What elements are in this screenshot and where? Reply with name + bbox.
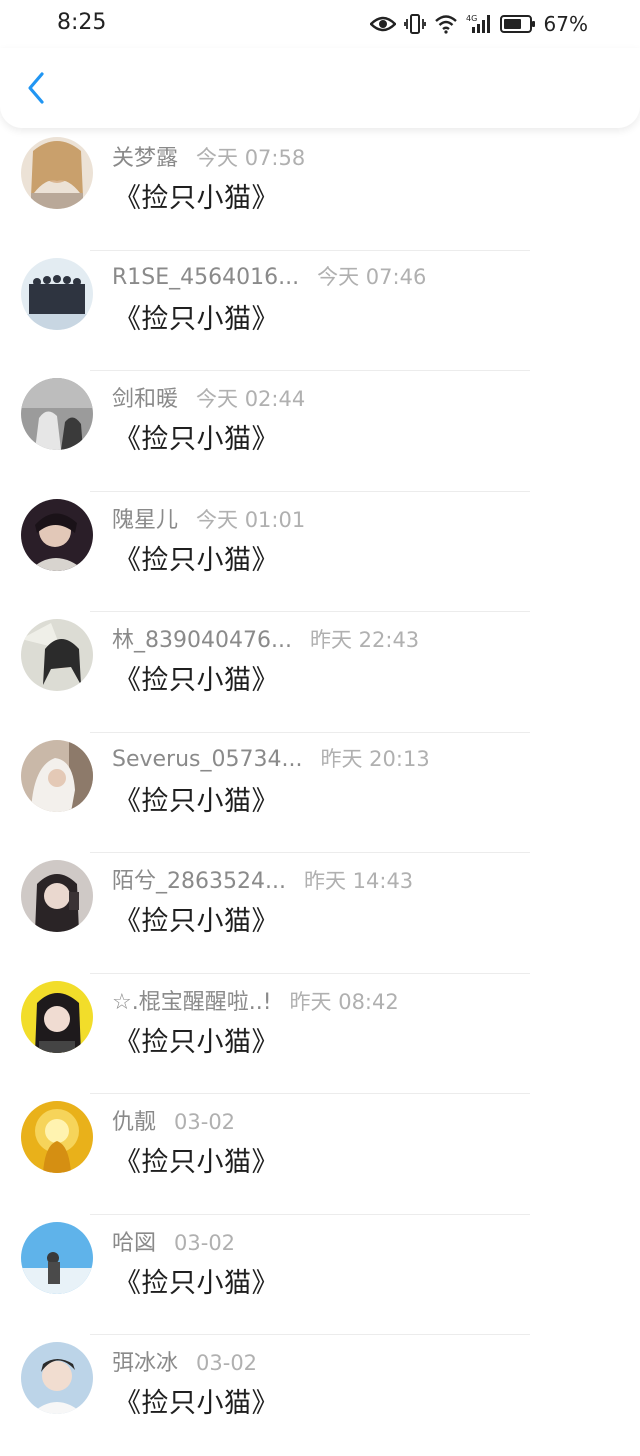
message-text: 《捡只小猫》 <box>114 906 279 937</box>
message-text: 《捡只小猫》 <box>114 785 279 817</box>
message-text: 《捡只小猫》 <box>114 1147 279 1178</box>
sender-name[interactable]: Severus_05734... <box>112 747 302 772</box>
message-meta: 隗星儿 今天 01:01 <box>112 502 305 534</box>
message-meta: 陌兮_2863524... 昨天 14:43 <box>112 863 413 895</box>
avatar[interactable] <box>21 378 93 450</box>
message-meta: 弭冰冰 03-02 <box>112 1345 257 1377</box>
sender-name[interactable]: 弭冰冰 <box>112 1345 178 1377</box>
eye-icon <box>369 15 396 33</box>
message-text: 《捡只小猫》 <box>114 1267 279 1299</box>
avatar[interactable] <box>21 1221 93 1294</box>
message-row[interactable]: 弭冰冰 03-02 《捡只小猫》 <box>0 1335 640 1456</box>
message-text: 《捡只小猫》 <box>114 183 279 214</box>
avatar[interactable] <box>21 980 93 1053</box>
sender-name[interactable]: 关梦露 <box>112 140 178 172</box>
avatar[interactable] <box>21 137 93 209</box>
message-row[interactable]: ☆.棍宝醒醒啦..! 昨天 08:42 《捡只小猫》 <box>0 974 640 1094</box>
message-list: 关梦露 今天 07:58 《捡只小猫》 R1SE_4564016... 今天 0… <box>0 130 640 1456</box>
sender-name[interactable]: 林_839040476... <box>112 622 292 654</box>
message-row[interactable]: 哈図 03-02 《捡只小猫》 <box>0 1215 640 1335</box>
battery-percentage: 67% <box>543 12 588 36</box>
message-row[interactable]: 陌兮_2863524... 昨天 14:43 《捡只小猫》 <box>0 853 640 974</box>
avatar[interactable] <box>21 619 93 691</box>
battery-icon <box>499 14 536 34</box>
sender-name[interactable]: 隗星儿 <box>112 502 178 534</box>
message-time: 今天 07:58 <box>196 146 306 170</box>
message-time: 昨天 08:42 <box>289 989 399 1014</box>
avatar[interactable] <box>21 257 93 330</box>
message-time: 今天 02:44 <box>196 387 306 411</box>
message-time: 03-02 <box>174 1110 236 1134</box>
chevron-left-icon <box>26 71 46 109</box>
message-time: 03-02 <box>196 1351 258 1375</box>
status-icons: 4G 67% <box>369 10 588 38</box>
message-meta: R1SE_4564016... 今天 07:46 <box>112 261 426 291</box>
vibrate-icon <box>403 13 426 35</box>
avatar[interactable] <box>21 1101 93 1173</box>
avatar[interactable] <box>21 498 93 571</box>
wifi-icon <box>434 14 458 34</box>
message-time: 03-02 <box>174 1230 236 1255</box>
message-meta: 仇靓 03-02 <box>112 1104 235 1136</box>
sender-name[interactable]: 陌兮_2863524... <box>112 863 286 895</box>
message-text: 《捡只小猫》 <box>114 424 279 455</box>
message-time: 今天 01:01 <box>196 507 306 532</box>
message-meta: Severus_05734... 昨天 20:13 <box>112 743 430 773</box>
status-bar: 8:25 4G 67% <box>0 0 640 48</box>
message-row[interactable]: 剑和暖 今天 02:44 《捡只小猫》 <box>0 371 640 492</box>
message-text: 《捡只小猫》 <box>114 1388 279 1419</box>
message-text: 《捡只小猫》 <box>114 544 279 576</box>
message-meta: 林_839040476... 昨天 22:43 <box>112 622 419 654</box>
nav-header <box>0 48 640 128</box>
message-text: 《捡只小猫》 <box>114 303 279 335</box>
signal-4g-icon: 4G <box>466 13 492 35</box>
sender-name[interactable]: 剑和暖 <box>112 381 178 413</box>
sender-name[interactable]: 仇靓 <box>112 1104 156 1136</box>
message-time: 昨天 14:43 <box>303 869 414 893</box>
status-time: 8:25 <box>57 10 107 35</box>
sender-name[interactable]: R1SE_4564016... <box>112 265 299 290</box>
message-row[interactable]: 仇靓 03-02 《捡只小猫》 <box>0 1094 640 1215</box>
message-row[interactable]: R1SE_4564016... 今天 07:46 《捡只小猫》 <box>0 251 640 371</box>
back-button[interactable] <box>18 70 54 110</box>
sender-name[interactable]: 哈図 <box>112 1225 156 1257</box>
message-text: 《捡只小猫》 <box>114 665 279 696</box>
message-row[interactable]: Severus_05734... 昨天 20:13 《捡只小猫》 <box>0 733 640 853</box>
avatar[interactable] <box>21 860 93 932</box>
message-time: 昨天 22:43 <box>309 628 420 652</box>
message-row[interactable]: 隗星儿 今天 01:01 《捡只小猫》 <box>0 492 640 612</box>
message-meta: 剑和暖 今天 02:44 <box>112 381 305 413</box>
message-time: 昨天 20:13 <box>320 746 430 771</box>
avatar[interactable] <box>21 739 93 812</box>
message-meta: 关梦露 今天 07:58 <box>112 140 305 172</box>
message-text: 《捡只小猫》 <box>114 1026 279 1058</box>
svg-text:4G: 4G <box>466 14 477 23</box>
sender-name[interactable]: ☆.棍宝醒醒啦..! <box>112 984 272 1016</box>
message-row[interactable]: 林_839040476... 昨天 22:43 《捡只小猫》 <box>0 612 640 733</box>
avatar[interactable] <box>21 1342 93 1414</box>
message-row[interactable]: 关梦露 今天 07:58 《捡只小猫》 <box>0 130 640 251</box>
message-meta: ☆.棍宝醒醒啦..! 昨天 08:42 <box>112 984 399 1016</box>
message-time: 今天 07:46 <box>317 264 427 289</box>
message-meta: 哈図 03-02 <box>112 1225 235 1257</box>
